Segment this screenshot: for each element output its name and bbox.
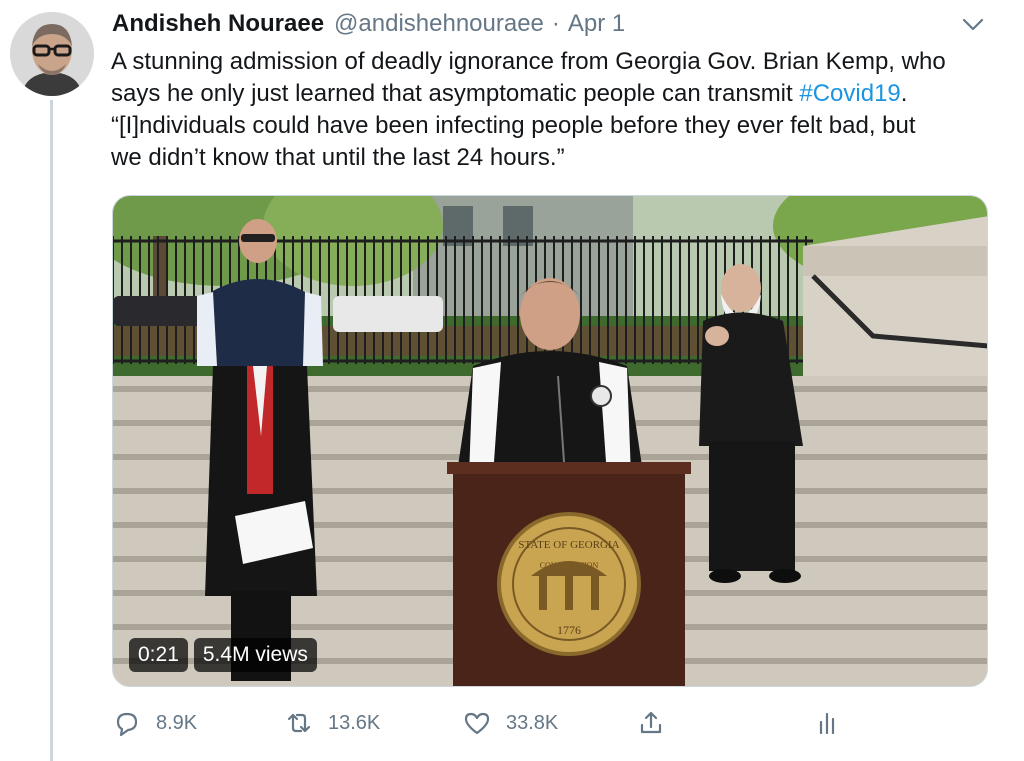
tweet-text-line: “[I]ndividuals could have been infecting… xyxy=(111,112,916,139)
tweet-text: A stunning admission of deadly ignorance… xyxy=(111,46,1001,174)
hashtag-link[interactable]: #Covid19 xyxy=(799,80,900,107)
seal-year: 1776 xyxy=(557,623,581,637)
chevron-down-icon[interactable] xyxy=(960,14,986,36)
video-views: 5.4M views xyxy=(193,638,317,672)
like-count: 33.8K xyxy=(506,711,559,734)
tweet-text-segment: says he only just learned that asymptoma… xyxy=(111,80,800,107)
tweet-text-line: we didn’t know that until the last 24 ho… xyxy=(111,144,565,171)
author-name[interactable]: Andisheh Nouraee xyxy=(112,10,324,38)
tweet-timestamp[interactable]: Apr 1 xyxy=(568,10,625,38)
retweet-icon xyxy=(287,713,311,733)
retweet-count: 13.6K xyxy=(328,711,381,734)
tweet-text-line: A stunning admission of deadly ignorance… xyxy=(111,48,946,75)
analytics-icon xyxy=(819,712,835,735)
reply-icon xyxy=(116,712,138,737)
analytics-button[interactable] xyxy=(812,703,842,743)
tweet-header: Andisheh Nouraee @andishehnouraee · Apr … xyxy=(112,10,964,44)
like-icon xyxy=(464,712,490,735)
share-button[interactable] xyxy=(636,703,666,743)
share-icon xyxy=(640,711,662,734)
separator-dot: · xyxy=(551,10,560,37)
reply-button[interactable]: 8.9K xyxy=(112,703,197,743)
author-handle[interactable]: @andishehnouraee xyxy=(334,10,544,38)
video-frame: STATE OF GEORGIA CONSTITUTION 1776 xyxy=(113,196,987,686)
video-player[interactable]: STATE OF GEORGIA CONSTITUTION 1776 0:21 … xyxy=(112,195,988,687)
like-button[interactable]: 33.8K xyxy=(462,703,558,743)
tweet-actions: 8.9K 13.6K 33.8K xyxy=(112,703,872,743)
retweet-button[interactable]: 13.6K xyxy=(284,703,380,743)
tweet-text-line: says he only just learned that asymptoma… xyxy=(111,78,1001,110)
video-duration: 0:21 xyxy=(129,638,188,672)
reply-count: 8.9K xyxy=(156,711,198,734)
tweet-card[interactable]: Andisheh Nouraee @andishehnouraee · Apr … xyxy=(0,0,1024,761)
tweet-text-segment: . xyxy=(900,80,908,107)
avatar-photo xyxy=(10,12,94,96)
thread-line xyxy=(50,100,53,761)
seal-text: STATE OF GEORGIA xyxy=(518,539,619,551)
video-overlay: 0:21 5.4M views xyxy=(129,638,317,672)
avatar[interactable] xyxy=(10,12,94,96)
